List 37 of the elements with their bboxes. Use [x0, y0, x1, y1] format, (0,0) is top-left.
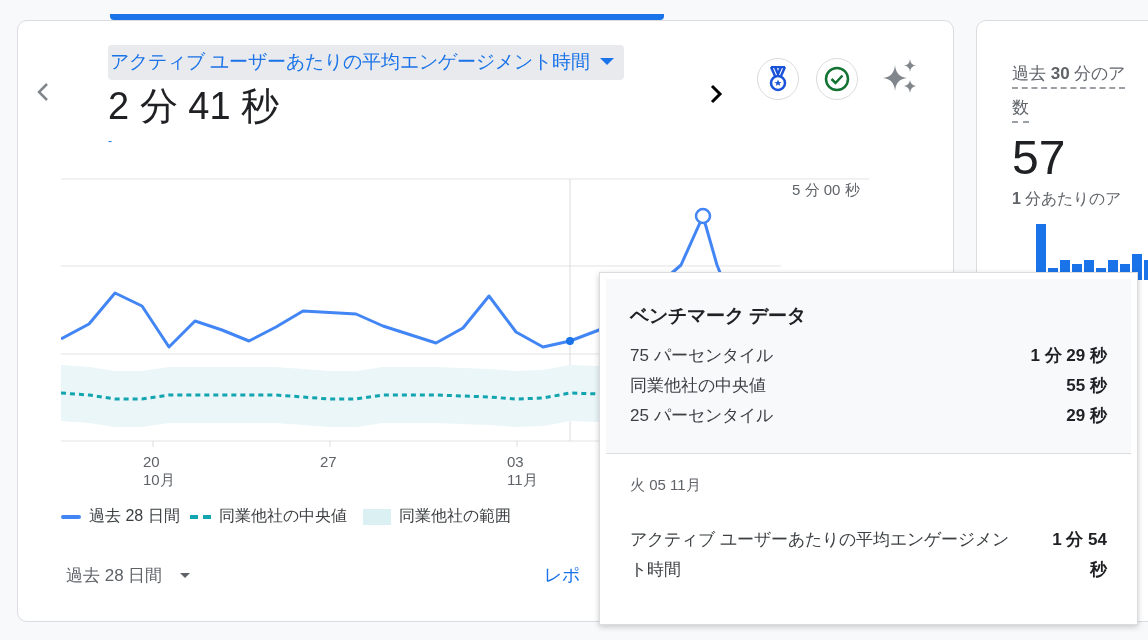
row-label: 同業他社の中央値 — [630, 375, 766, 397]
y-axis-label: 5 分 00 秒 — [792, 181, 860, 198]
row-label: 75 パーセンタイル — [630, 345, 773, 367]
legend-line-icon — [61, 514, 81, 519]
x-axis-label: 03 — [507, 453, 524, 470]
sparkle-icon[interactable] — [883, 59, 917, 93]
dropdown-icon — [600, 57, 615, 66]
user-count: 57 — [1012, 131, 1067, 185]
highlighted-point — [694, 207, 712, 225]
dropdown-icon — [180, 572, 191, 578]
x-axis-label: 11月 — [507, 471, 538, 488]
x-axis-label: 20 — [143, 453, 160, 470]
tooltip-date: 火 05 11月 — [630, 476, 702, 495]
card-title[interactable]: 数 — [1012, 95, 1029, 123]
row-value: 29 秒 — [1066, 405, 1107, 427]
card-subtitle: 1 分あたりのア — [1012, 189, 1123, 209]
next-button[interactable] — [708, 82, 724, 106]
legend-label: 同業他社の中央値 — [218, 506, 347, 526]
legend-dashed-icon — [189, 514, 211, 519]
data-point — [566, 337, 574, 345]
metric-selector[interactable]: アクティブ ユーザーあたりの平均エンゲージメント時間 — [108, 45, 625, 80]
card-title[interactable]: 過去 30 分のア — [1012, 61, 1126, 89]
tooltip-title: ベンチマーク データ — [630, 304, 808, 328]
row-value: 1 分 29 秒 — [1030, 345, 1107, 367]
legend-label: 過去 28 日間 — [89, 506, 180, 526]
row-label: アクティブ ユーザーあたりの平均エンゲージメント時間 — [630, 529, 1010, 581]
change-value: - — [108, 134, 113, 148]
x-axis-label: 27 — [320, 453, 337, 470]
date-range-dropdown[interactable]: 過去 28 日間 — [66, 563, 191, 587]
legend-label: 同業他社の範囲 — [398, 506, 511, 526]
row-label: 25 パーセンタイル — [630, 405, 773, 427]
row-value: 55 秒 — [1066, 375, 1107, 397]
report-link[interactable]: レポ — [544, 563, 581, 587]
row-value: 1 分 54 秒 — [1051, 529, 1107, 581]
metric-value: 2 分 41 秒 — [108, 84, 281, 128]
x-axis-label: 10月 — [143, 471, 175, 488]
legend-band-icon — [362, 508, 391, 525]
